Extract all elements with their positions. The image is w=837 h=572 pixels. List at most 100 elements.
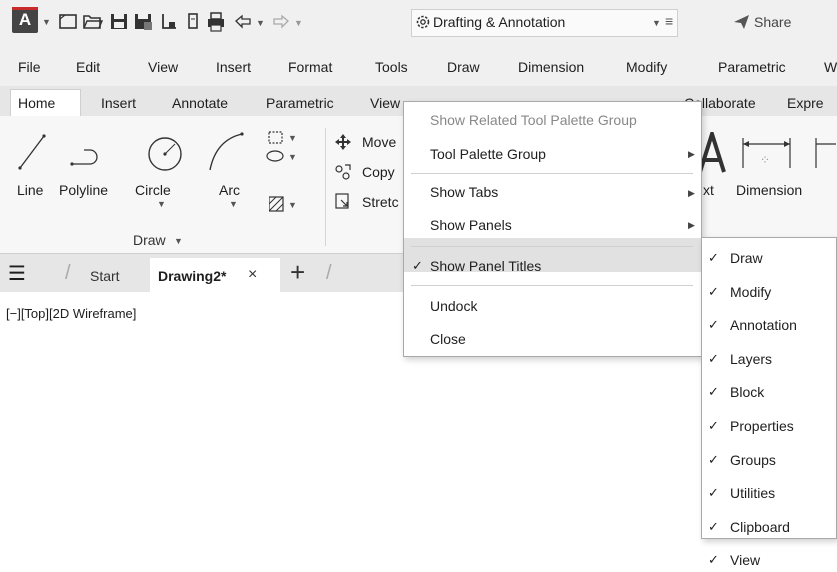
hamburger-menu-icon[interactable]: ☰ <box>8 264 26 284</box>
publish-icon <box>162 14 176 29</box>
menu-window[interactable]: W <box>824 59 837 75</box>
submenu-item-view[interactable]: ✓ View <box>702 552 836 572</box>
workspace-label: Drafting & Annotation <box>433 14 566 30</box>
menu-item-label: Show Panel Titles <box>430 258 542 274</box>
menu-edit[interactable]: Edit <box>76 59 100 75</box>
panel-separator <box>325 128 326 246</box>
submenu-item-groups[interactable]: ✓ Groups <box>702 452 836 472</box>
open-file-icon <box>83 15 104 29</box>
checkmark-icon: ✓ <box>412 258 423 273</box>
submenu-item-label: Layers <box>730 351 773 367</box>
dimension-icon: ⁘ <box>742 138 791 168</box>
start-tab[interactable]: Start <box>90 268 120 284</box>
circle-dropdown-icon[interactable]: ▼ <box>157 199 166 209</box>
tab-express[interactable]: Expre <box>787 95 824 111</box>
menu-format[interactable]: Format <box>288 59 332 75</box>
submenu-item-label: Clipboard <box>730 519 790 535</box>
submenu-item-label: Utilities <box>730 485 776 501</box>
menu-item-show-tabs[interactable]: Show Tabs ▶ <box>404 184 701 204</box>
line-icon <box>18 134 46 170</box>
submenu-item-clipboard[interactable]: ✓ Clipboard <box>702 519 836 539</box>
menu-item-show-panel-titles[interactable]: ✓ Show Panel Titles <box>404 258 701 278</box>
menu-item-show-panels[interactable]: Show Panels ▶ <box>404 217 701 237</box>
checkmark-icon: ✓ <box>708 452 719 467</box>
draw-panel-title[interactable]: Draw <box>133 232 166 248</box>
arc-dropdown-icon[interactable]: ▼ <box>229 199 238 209</box>
draw-panel-dropdown-icon[interactable]: ▼ <box>174 236 183 246</box>
submenu-item-label: Properties <box>730 418 794 434</box>
new-tab-plus-icon[interactable]: + <box>290 258 305 286</box>
menu-separator <box>411 246 693 247</box>
share-button[interactable]: Share <box>754 14 791 30</box>
submenu-item-layers[interactable]: ✓ Layers <box>702 351 836 371</box>
submenu-item-label: View <box>730 552 761 568</box>
quick-access-icons: ▼ ▼ <box>59 12 303 32</box>
menu-item-tool-palette-group[interactable]: Tool Palette Group ▶ <box>404 146 701 166</box>
menu-item-label: Undock <box>430 298 478 314</box>
menu-view[interactable]: View <box>148 59 178 75</box>
submenu-item-utilities[interactable]: ✓ Utilities <box>702 485 836 505</box>
viewport-controls[interactable]: [−][Top][2D Wireframe] <box>6 306 136 321</box>
arc-icon <box>209 132 244 171</box>
checkmark-icon: ✓ <box>708 384 719 399</box>
arc-tool-label[interactable]: Arc <box>219 182 240 198</box>
close-tab-icon[interactable]: × <box>248 266 257 284</box>
menu-item-label: Tool Palette Group <box>430 146 546 162</box>
rectangle-icon: ▼ <box>268 131 297 144</box>
menu-insert[interactable]: Insert <box>216 59 251 75</box>
menu-tools[interactable]: Tools <box>375 59 408 75</box>
plot-icon <box>188 13 198 29</box>
share-icon <box>734 15 749 29</box>
tab-home[interactable]: Home <box>18 95 55 111</box>
dimension-tool-label[interactable]: Dimension <box>736 182 802 198</box>
submenu-item-annotation[interactable]: ✓ Annotation <box>702 317 836 337</box>
tab-parametric[interactable]: Parametric <box>266 95 334 111</box>
polyline-tool-label[interactable]: Polyline <box>59 182 108 198</box>
svg-text:▼: ▼ <box>256 18 265 28</box>
submenu-item-draw[interactable]: ✓ Draw <box>702 250 836 270</box>
menu-item-undock[interactable]: Undock <box>404 298 701 318</box>
tab-insert[interactable]: Insert <box>101 95 136 111</box>
tab-divider-end-icon: / <box>326 262 332 284</box>
submenu-item-modify[interactable]: ✓ Modify <box>702 284 836 304</box>
checkmark-icon: ✓ <box>708 418 719 433</box>
submenu-item-properties[interactable]: ✓ Properties <box>702 418 836 438</box>
line-tool-label[interactable]: Line <box>17 182 43 198</box>
tab-view[interactable]: View <box>370 95 400 111</box>
text-tool-label[interactable]: xt <box>703 182 714 198</box>
svg-text:▼: ▼ <box>288 152 297 162</box>
text-icon <box>700 132 726 173</box>
menu-item-label: Show Panels <box>430 217 512 233</box>
menu-dimension[interactable]: Dimension <box>518 59 584 75</box>
undo-icon <box>235 14 251 29</box>
checkmark-icon: ✓ <box>708 317 719 332</box>
checkmark-icon: ✓ <box>708 552 719 567</box>
copy-tool-label[interactable]: Copy <box>362 164 395 180</box>
app-logo-letter: A <box>18 10 32 29</box>
stretch-icon <box>335 193 349 209</box>
svg-text:⁘: ⁘ <box>760 153 770 167</box>
menu-draw[interactable]: Draw <box>447 59 480 75</box>
drawing-tab[interactable]: Drawing2* <box>158 268 226 284</box>
app-menu-dropdown-icon[interactable]: ▼ <box>42 17 51 27</box>
submenu-arrow-icon: ▶ <box>688 220 695 230</box>
tab-annotate[interactable]: Annotate <box>172 95 228 111</box>
workspace-dropdown-icon[interactable]: ▼ <box>652 18 661 28</box>
application-menu-button[interactable]: A <box>12 7 38 33</box>
checkmark-icon: ✓ <box>708 485 719 500</box>
submenu-item-label: Groups <box>730 452 776 468</box>
customize-toolbar-icon[interactable]: ≡ <box>665 13 673 29</box>
print-icon <box>208 12 224 32</box>
menu-bar <box>0 46 837 86</box>
menu-modify[interactable]: Modify <box>626 59 667 75</box>
circle-tool-label[interactable]: Circle <box>135 182 171 198</box>
stretch-tool-label[interactable]: Stretc <box>362 194 399 210</box>
submenu-item-block[interactable]: ✓ Block <box>702 384 836 404</box>
menu-parametric[interactable]: Parametric <box>718 59 786 75</box>
menu-item-close[interactable]: Close <box>404 331 701 351</box>
svg-text:▼: ▼ <box>294 18 303 28</box>
move-tool-label[interactable]: Move <box>362 134 396 150</box>
menu-file[interactable]: File <box>18 59 41 75</box>
hatch-icon: ▼ <box>269 196 297 212</box>
annotation-tool-icons: ⁘ <box>700 132 836 173</box>
